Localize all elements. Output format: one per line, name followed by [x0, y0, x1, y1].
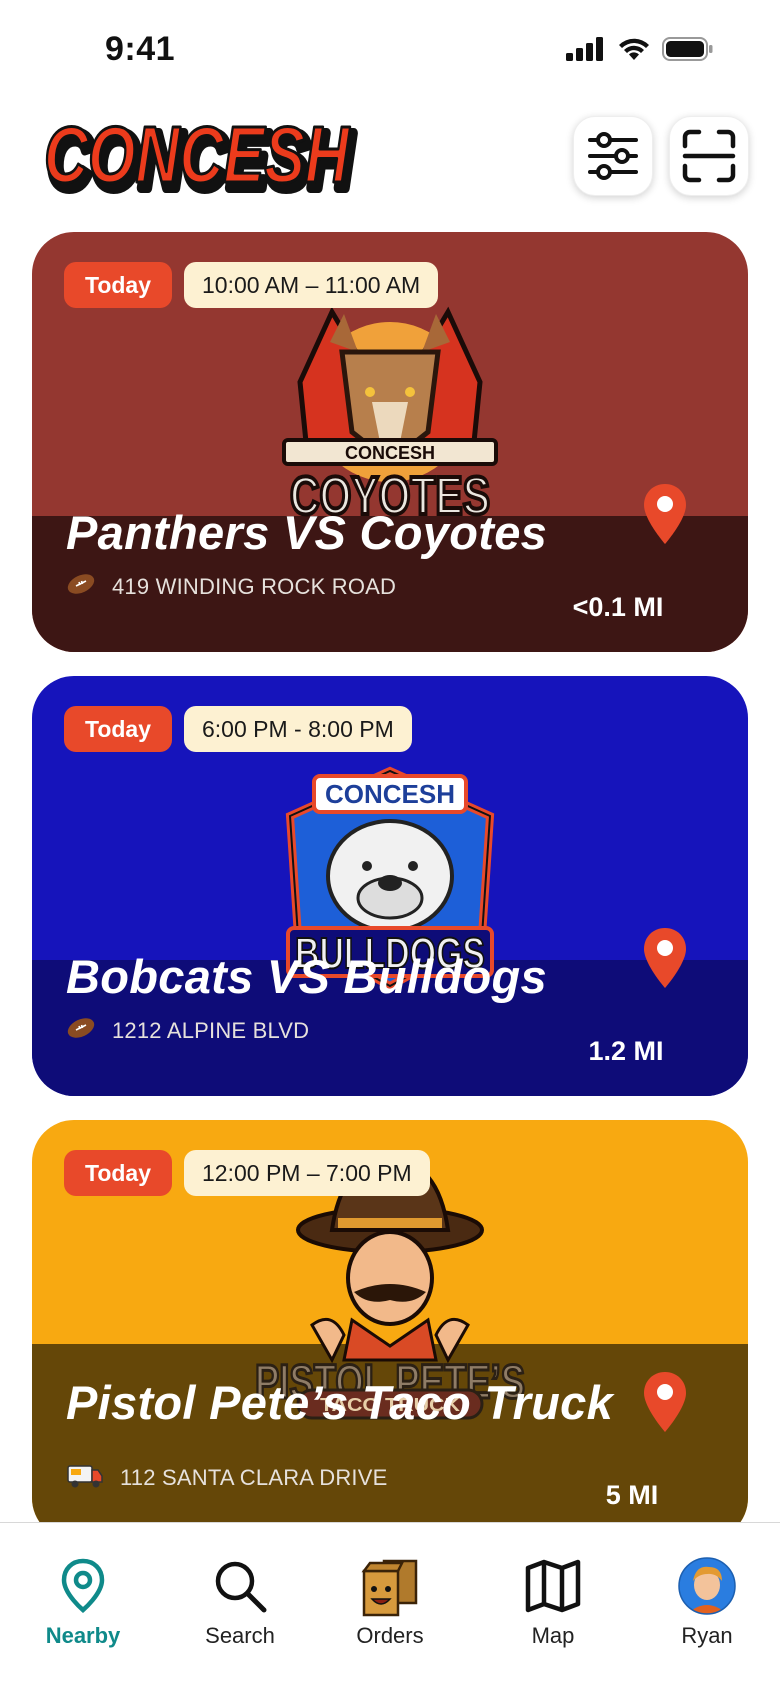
food-truck-icon	[66, 1460, 104, 1496]
address-text: 419 WINDING ROCK ROAD	[112, 574, 397, 599]
tab-label: Map	[531, 1623, 575, 1648]
event-title: Panthers VS Coyotes	[66, 506, 548, 559]
status-time: 9:41	[105, 30, 176, 68]
time-range: 10:00 AM – 11:00 AM	[184, 262, 439, 308]
time-range: 12:00 PM – 7:00 PM	[184, 1150, 430, 1196]
map-icon	[525, 1559, 581, 1613]
brand-logo: CONCESH CONCESH	[38, 109, 368, 211]
svg-text:CONCESH: CONCESH	[44, 110, 351, 199]
tab-search[interactable]: Search	[175, 1523, 305, 1663]
today-badge: Today	[64, 706, 172, 752]
today-badge: Today	[64, 262, 172, 308]
location-pin-icon	[644, 928, 686, 988]
address-text: 112 SANTA CLARA DRIVE	[120, 1465, 388, 1490]
address-text: 1212 ALPINE BLVD	[112, 1018, 310, 1043]
event-address: 1212 ALPINE BLVD	[66, 1016, 309, 1046]
status-icons	[566, 36, 714, 62]
tab-label: Search	[205, 1623, 275, 1648]
svg-text:CONCESH: CONCESH	[325, 779, 455, 809]
scan-button[interactable]	[669, 116, 749, 196]
event-address: 112 SANTA CLARA DRIVE	[66, 1460, 388, 1496]
today-badge: Today	[64, 1150, 172, 1196]
football-icon	[66, 1016, 96, 1046]
time-range: 6:00 PM - 8:00 PM	[184, 706, 412, 752]
event-card[interactable]: CONCESH BULLDOGS Today 6:00 PM - 8:00 PM…	[32, 676, 748, 1096]
distance: 1.2 MI	[588, 1036, 664, 1066]
tab-nearby[interactable]: Nearby	[18, 1523, 148, 1663]
search-icon	[215, 1561, 267, 1613]
location-pin-icon	[61, 1558, 105, 1613]
battery-icon	[662, 37, 713, 61]
location-pin-icon	[644, 1372, 686, 1432]
wifi-icon	[619, 38, 649, 60]
location-pin-icon	[644, 484, 686, 544]
orders-bag-icon	[361, 1559, 418, 1617]
app-header: CONCESH CONCESH	[0, 100, 780, 215]
tab-orders[interactable]: Orders	[325, 1523, 455, 1663]
bottom-tab-bar: Nearby Search Orders Map Ryan	[0, 1522, 780, 1689]
tab-profile[interactable]: Ryan	[642, 1523, 772, 1663]
event-address: 419 WINDING ROCK ROAD	[66, 572, 396, 602]
status-bar: 9:41	[0, 0, 780, 100]
distance: 5 MI	[605, 1480, 659, 1510]
event-card[interactable]: CONCESH COYOTES Today 10:00 AM – 11:00 A…	[32, 232, 748, 652]
event-title: Bobcats VS Bulldogs	[66, 950, 547, 1003]
sliders-icon	[588, 132, 638, 180]
svg-text:CONCESH: CONCESH	[345, 443, 435, 463]
tab-label: Orders	[356, 1623, 424, 1648]
filter-button[interactable]	[573, 116, 653, 196]
tab-map[interactable]: Map	[488, 1523, 618, 1663]
signal-icon	[566, 37, 603, 61]
distance: <0.1 MI	[572, 592, 664, 622]
scan-icon	[682, 129, 736, 183]
football-icon	[66, 572, 96, 602]
event-title: Pistol Pete’s Taco Truck	[66, 1376, 614, 1429]
tab-label: Ryan	[681, 1623, 733, 1648]
event-feed[interactable]: CONCESH COYOTES Today 10:00 AM – 11:00 A…	[32, 232, 748, 1522]
avatar	[678, 1557, 736, 1615]
event-card[interactable]: PISTOL PETE’S TACO TRUCK Today 12:00 PM …	[32, 1120, 748, 1522]
tab-label: Nearby	[45, 1623, 121, 1648]
